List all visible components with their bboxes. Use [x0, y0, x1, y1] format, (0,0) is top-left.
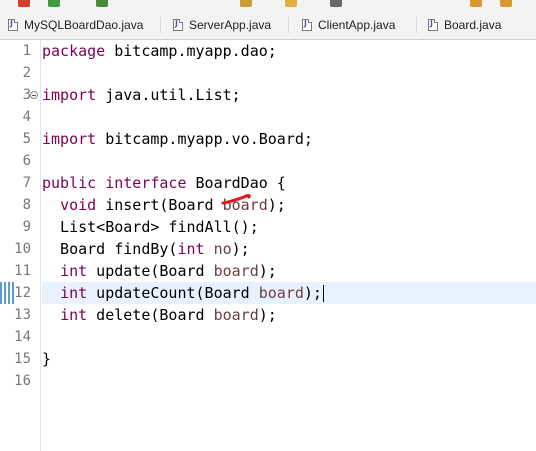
new-icon[interactable]	[96, 0, 108, 7]
code-token: List<Board> findAll();	[42, 218, 259, 236]
tab-clientapp[interactable]: ClientApp.java	[302, 15, 395, 35]
keyword-token: public	[42, 174, 97, 192]
code-line[interactable]	[42, 370, 536, 392]
code-line[interactable]: }	[42, 348, 536, 370]
editor-tab-bar: MySQLBoardDao.java ServerApp.java Client…	[0, 9, 536, 40]
code-token: );	[267, 196, 286, 214]
code-token: );	[258, 262, 277, 280]
forward-icon[interactable]	[500, 0, 512, 7]
parameter-token: board	[213, 262, 259, 280]
code-line[interactable]: int updateCount(Board board);	[42, 282, 536, 304]
keyword-token: import	[42, 130, 97, 148]
line-number: 9	[22, 219, 31, 235]
back-icon[interactable]	[470, 0, 482, 7]
line-number: 13	[14, 307, 31, 323]
search-icon[interactable]	[330, 0, 342, 7]
code-token: }	[42, 350, 52, 368]
keyword-token: int	[60, 306, 88, 324]
line-number: 6	[22, 153, 31, 169]
code-line[interactable]: import bitcamp.myapp.vo.Board;	[42, 128, 536, 150]
line-number: 5	[22, 131, 31, 147]
keyword-token: package	[42, 42, 106, 60]
line-number: 15	[14, 351, 31, 367]
run-icon[interactable]	[18, 0, 30, 7]
red-pen-annotation	[221, 194, 251, 205]
code-editor[interactable]: 1 2 3 4 5 6 7 8 9 10 11 12 13 14 15 16 package bitcamp.…	[0, 40, 536, 451]
parameter-token: board	[258, 284, 304, 302]
code-token: );	[231, 240, 250, 258]
keyword-token: import	[42, 86, 97, 104]
pin-icon[interactable]	[240, 0, 252, 7]
line-number: 12	[14, 285, 31, 301]
line-number: 14	[14, 329, 31, 345]
java-file-icon	[8, 19, 18, 31]
code-line[interactable]	[42, 150, 536, 172]
code-line[interactable]: import java.util.List;	[42, 84, 536, 106]
line-number-gutter: 1 2 3 4 5 6 7 8 9 10 11 12 13 14 15 16	[0, 40, 41, 451]
debug-icon[interactable]	[48, 0, 60, 7]
tab-mysqlboarddao[interactable]: MySQLBoardDao.java	[8, 15, 143, 35]
line-number: 16	[14, 373, 31, 389]
code-token: );	[258, 306, 277, 324]
code-token: bitcamp.myapp.dao;	[105, 42, 277, 60]
code-token: java.util.List;	[96, 86, 241, 104]
tab-label: ServerApp.java	[189, 18, 272, 32]
line-number: 7	[22, 175, 31, 191]
code-token: updateCount(Board	[87, 284, 259, 302]
text-cursor	[322, 285, 324, 302]
toolbar	[0, 0, 536, 9]
parameter-token: board	[213, 306, 259, 324]
code-token: delete(Board	[87, 306, 214, 324]
parameter-token: no	[213, 240, 232, 258]
code-line[interactable]: int delete(Board board);	[42, 304, 536, 326]
code-line[interactable]	[42, 62, 536, 84]
keyword-token: int	[177, 240, 205, 258]
code-line[interactable]: List<Board> findAll();	[42, 216, 536, 238]
code-line[interactable]: Board findBy(int no);	[42, 238, 536, 260]
code-token: bitcamp.myapp.vo.Board;	[96, 130, 313, 148]
edit-icon[interactable]	[285, 0, 297, 7]
line-number: 10	[14, 241, 31, 257]
tab-label: ClientApp.java	[318, 18, 396, 32]
line-number: 4	[22, 109, 31, 125]
line-number: 8	[22, 197, 31, 213]
code-line[interactable]: int update(Board board);	[42, 260, 536, 282]
code-token: update(Board	[87, 262, 214, 280]
line-number: 1	[22, 43, 31, 59]
keyword-token: interface	[105, 174, 187, 192]
tab-label: Board.java	[444, 18, 502, 32]
tab-board[interactable]: Board.java	[428, 15, 501, 35]
keyword-token: int	[60, 262, 88, 280]
code-token: );	[303, 284, 322, 302]
code-line[interactable]: public interface BoardDao {	[42, 172, 536, 194]
code-token: insert(Board	[96, 196, 223, 214]
code-line[interactable]	[42, 326, 536, 348]
java-file-icon	[302, 19, 312, 31]
keyword-token: int	[60, 284, 88, 302]
collapse-fold-icon[interactable]	[30, 91, 38, 99]
java-file-icon	[173, 19, 183, 31]
java-file-icon	[428, 19, 438, 31]
line-number: 2	[22, 65, 31, 81]
tab-label: MySQLBoardDao.java	[24, 18, 144, 32]
line-number: 11	[14, 263, 31, 279]
tab-serverapp[interactable]: ServerApp.java	[173, 15, 271, 35]
code-token: Board findBy(	[42, 240, 178, 258]
keyword-token: void	[60, 196, 97, 214]
line-number: 3	[22, 87, 31, 103]
code-line[interactable]: package bitcamp.myapp.dao;	[42, 40, 536, 62]
code-line[interactable]	[42, 106, 536, 128]
code-line[interactable]: void insert(Board board);	[42, 194, 536, 216]
